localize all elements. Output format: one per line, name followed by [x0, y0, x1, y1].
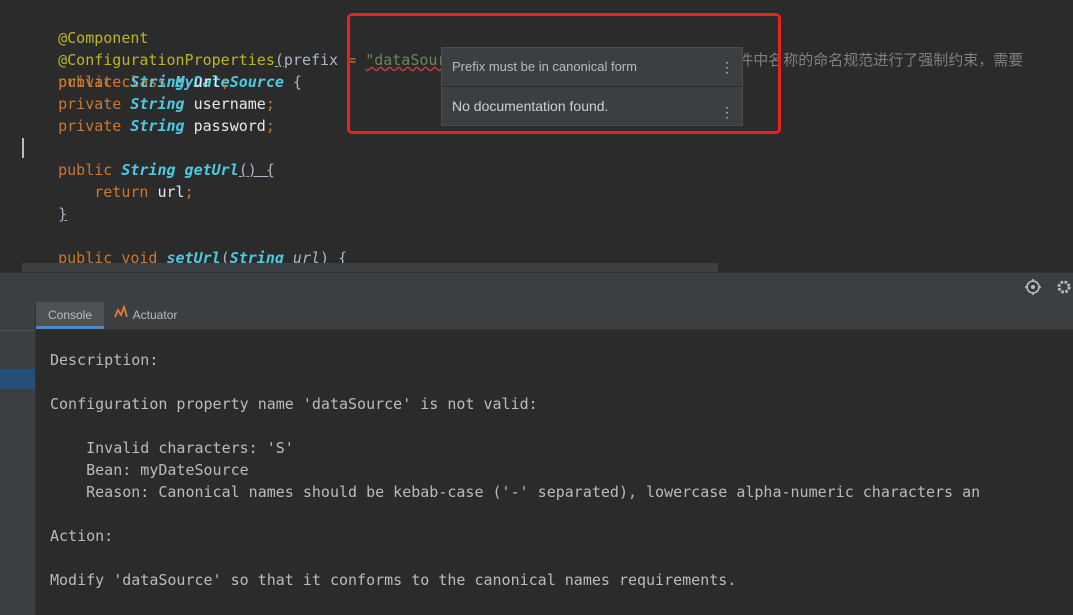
code-line-10[interactable]: } [22, 203, 67, 225]
code-line-3[interactable]: public class MyDateSource { [22, 49, 302, 91]
tab-actuator-label: Actuator [132, 308, 178, 322]
tab-actuator[interactable]: Actuator [114, 302, 194, 329]
semicolon: ; [184, 183, 194, 201]
code-line-9[interactable]: return url; [22, 181, 194, 203]
gear-icon[interactable] [1055, 279, 1073, 297]
code-line-1[interactable]: @Component [22, 5, 148, 47]
code-line-8[interactable]: public String getUrl() { [22, 159, 275, 181]
semicolon: ; [265, 95, 275, 113]
code-line-5[interactable]: private String username; [22, 93, 275, 115]
code-line-4[interactable]: private String url; [22, 71, 230, 93]
console-line: Reason: Canonical names should be kebab-… [50, 483, 981, 501]
tool-window-header [0, 272, 1073, 303]
type-string: String [130, 95, 185, 113]
console-output[interactable]: Description: Configuration property name… [36, 330, 1073, 615]
console-line: Modify 'dataSource' so that it conforms … [50, 571, 737, 589]
tool-window-left-toolbar [0, 302, 36, 615]
selected-tree-row[interactable] [0, 369, 35, 389]
method-get-url: getUrl [175, 161, 239, 179]
console-line: Configuration property name 'dataSource'… [50, 395, 538, 413]
method-parens: () [238, 161, 257, 179]
keyword-private: private [58, 117, 131, 135]
tool-window-tabs: Console Actuator [36, 302, 1073, 330]
code-line-6[interactable]: private String password; [22, 115, 275, 137]
brace-close: } [58, 205, 68, 223]
type-string: String [130, 117, 185, 135]
field-username: username [184, 95, 266, 113]
actuator-icon [114, 302, 130, 329]
text-caret [22, 138, 24, 158]
keyword-private: private [58, 73, 131, 91]
toolbar-divider [0, 330, 35, 331]
field-password: password [184, 117, 266, 135]
field-url: url [184, 73, 221, 91]
keyword-return: return [94, 183, 149, 201]
semicolon: ; [220, 73, 230, 91]
console-line: Bean: myDateSource [50, 461, 249, 479]
highlight-annotation-box [347, 13, 781, 134]
tab-console-label: Console [47, 308, 93, 322]
brace-open: { [256, 161, 275, 179]
keyword-public: public [58, 161, 122, 179]
crosshair-icon[interactable] [1024, 279, 1042, 297]
console-line: Invalid characters: 'S' [50, 439, 294, 457]
semicolon: ; [265, 117, 275, 135]
horizontal-scrollbar[interactable] [22, 263, 718, 272]
return-value: url [148, 183, 185, 201]
console-line: Action: [50, 527, 114, 545]
keyword-private: private [58, 95, 131, 113]
brace-open: { [283, 73, 302, 91]
console-line: Description: [50, 351, 159, 369]
code-editor[interactable]: @Component @ConfigurationProperties(pref… [0, 0, 1073, 272]
type-string: String [121, 161, 176, 179]
type-string: String [130, 73, 185, 91]
tab-console[interactable]: Console [36, 302, 104, 329]
